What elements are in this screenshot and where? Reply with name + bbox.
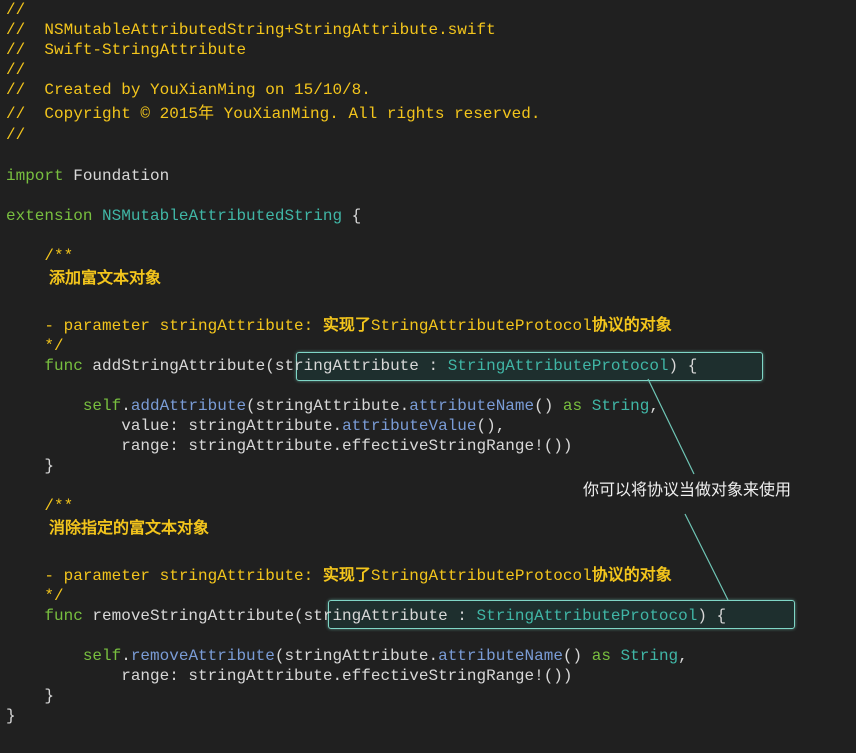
callout-connector-lines [647,378,729,601]
annotation-callout: 你可以将协议当做对象来使用 [583,480,792,499]
code-editor[interactable]: // // NSMutableAttributedString+StringAt… [0,0,856,753]
